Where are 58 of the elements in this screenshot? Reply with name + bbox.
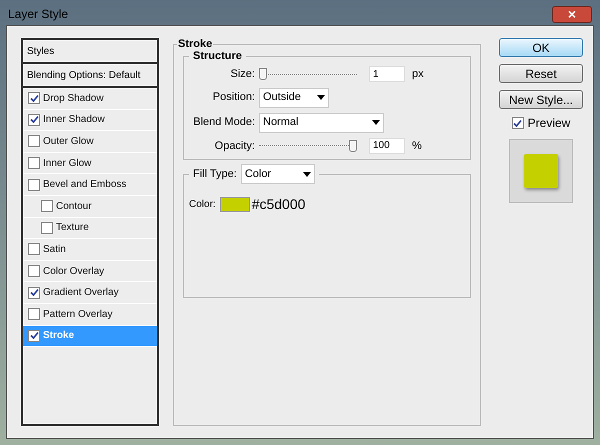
size-field[interactable]: 1 xyxy=(369,66,405,82)
preview-label: Preview xyxy=(528,115,570,132)
checkmark-icon xyxy=(30,94,38,103)
dialog-button[interactable]: New Style... xyxy=(499,90,583,109)
checkbox[interactable] xyxy=(28,178,40,191)
position-dropdown[interactable]: Outside xyxy=(259,88,329,108)
dropdown-caret-icon xyxy=(372,120,380,125)
checkmark-icon xyxy=(30,288,38,298)
field-label: Blend Mode: xyxy=(192,115,255,130)
color-swatch[interactable] xyxy=(220,197,250,212)
dialog-button[interactable]: OK xyxy=(499,38,583,57)
checkbox[interactable] xyxy=(41,200,53,212)
window-title: Layer Style xyxy=(8,6,68,23)
checkmark-icon xyxy=(30,115,38,124)
style-label: Inner Shadow xyxy=(43,113,105,128)
slider-thumb[interactable] xyxy=(349,140,357,152)
close-button[interactable]: × xyxy=(552,6,592,22)
opacity-field[interactable]: 100 xyxy=(369,138,405,154)
blend-mode-dropdown[interactable]: Normal xyxy=(259,112,384,132)
checkbox[interactable] xyxy=(28,265,40,278)
checkbox[interactable] xyxy=(28,308,40,320)
checkmark-icon xyxy=(513,118,522,128)
checkbox[interactable] xyxy=(28,330,40,342)
fill-type-dropdown[interactable]: Color xyxy=(240,164,315,184)
checkbox[interactable] xyxy=(28,114,40,126)
style-label: Inner Glow xyxy=(43,156,92,171)
style-label: Bevel and Emboss xyxy=(43,178,126,192)
checkbox[interactable] xyxy=(28,135,40,148)
style-label: Texture xyxy=(56,221,89,236)
style-label: Stroke xyxy=(43,329,74,344)
checkbox[interactable] xyxy=(28,92,40,104)
checkbox[interactable] xyxy=(28,243,40,256)
field-label: Color: xyxy=(189,198,216,212)
style-label: Drop Shadow xyxy=(43,92,104,106)
checkmark-icon xyxy=(30,331,38,340)
checkbox[interactable] xyxy=(28,157,40,170)
dropdown-caret-icon xyxy=(302,172,311,176)
unit-label: px xyxy=(412,67,424,82)
field-label: Size: xyxy=(230,67,255,82)
style-label: Pattern Overlay xyxy=(43,308,112,322)
checkbox[interactable] xyxy=(512,117,524,129)
styles-list-item[interactable]: Inner Shadow xyxy=(23,110,157,132)
style-label: Gradient Overlay xyxy=(43,286,119,300)
checkbox[interactable] xyxy=(41,222,53,234)
style-label: Satin xyxy=(43,242,66,257)
style-label: Outer Glow xyxy=(43,134,94,149)
color-hex: #c5d000 xyxy=(252,195,306,214)
dropdown-caret-icon xyxy=(317,95,325,100)
field-label: Fill Type: xyxy=(193,166,237,182)
field-label: Opacity: xyxy=(214,138,255,154)
style-label: Contour xyxy=(56,200,92,214)
checkbox[interactable] xyxy=(28,286,40,299)
slider-thumb[interactable] xyxy=(259,68,267,80)
field-label: Position: xyxy=(212,90,255,106)
dialog-button[interactable]: Reset xyxy=(499,64,583,83)
style-label: Color Overlay xyxy=(43,264,104,279)
styles-list-item[interactable]: Texture xyxy=(23,218,157,240)
unit-label: % xyxy=(412,138,422,154)
